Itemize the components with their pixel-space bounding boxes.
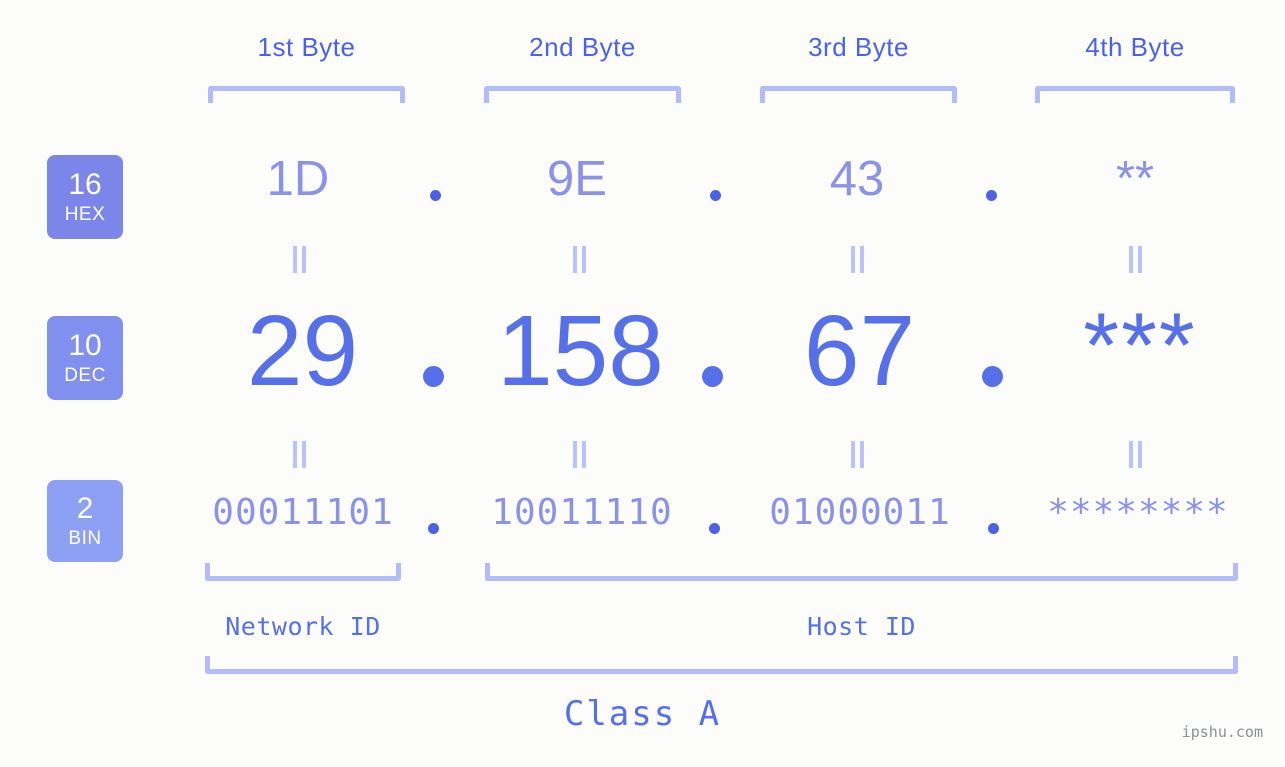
hex-separator-dot-1 [430, 190, 441, 201]
class-label: Class A [563, 694, 722, 734]
equals-mark-dec-bin-1 [293, 441, 307, 468]
equals-mark-dec-bin-3 [851, 441, 865, 468]
base-badge-bin-number: 2 [76, 492, 94, 525]
dec-byte-3: 67 [803, 295, 916, 407]
dec-separator-dot-1 [423, 366, 444, 387]
byte-bracket-4 [1035, 86, 1235, 103]
equals-mark-hex-dec-3 [851, 246, 865, 273]
hex-byte-2: 9E [547, 152, 607, 206]
dec-byte-1: 29 [246, 295, 359, 407]
class-bracket [205, 656, 1238, 674]
byte-header-1: 1st Byte [257, 32, 356, 62]
dec-separator-dot-2 [702, 366, 723, 387]
network-id-label: Network ID [225, 612, 381, 641]
base-badge-bin: 2 BIN [47, 480, 123, 562]
equals-mark-hex-dec-2 [573, 246, 587, 273]
ip-breakdown-diagram: 1st Byte 2nd Byte 3rd Byte 4th Byte 16 H… [0, 0, 1285, 767]
byte-bracket-3 [760, 86, 957, 103]
base-badge-bin-abbr: BIN [68, 528, 102, 549]
bin-separator-dot-1 [428, 523, 439, 534]
hex-separator-dot-3 [986, 190, 997, 201]
bin-byte-2: 10011110 [491, 492, 673, 533]
bin-byte-4: ******** [1047, 492, 1229, 533]
dec-byte-2: 158 [497, 295, 664, 407]
byte-bracket-2 [484, 86, 681, 103]
equals-mark-hex-dec-4 [1129, 246, 1143, 273]
host-id-label: Host ID [807, 612, 916, 641]
base-badge-dec: 10 DEC [47, 316, 123, 400]
site-watermark: ipshu.com [1181, 723, 1263, 741]
base-badge-dec-abbr: DEC [64, 365, 106, 386]
hex-byte-3: 43 [829, 152, 885, 206]
byte-header-3: 3rd Byte [808, 32, 909, 62]
hex-byte-4: ** [1115, 152, 1155, 206]
base-badge-hex: 16 HEX [47, 155, 123, 239]
equals-mark-hex-dec-1 [293, 246, 307, 273]
equals-mark-dec-bin-2 [573, 441, 587, 468]
bin-separator-dot-2 [709, 523, 720, 534]
bin-separator-dot-3 [988, 523, 999, 534]
dec-separator-dot-3 [982, 366, 1003, 387]
host-id-bracket [485, 563, 1238, 581]
byte-header-2: 2nd Byte [529, 32, 636, 62]
byte-bracket-1 [208, 86, 405, 103]
byte-header-4: 4th Byte [1085, 32, 1185, 62]
network-id-bracket [205, 563, 401, 581]
base-badge-hex-abbr: HEX [64, 204, 106, 225]
equals-mark-dec-bin-4 [1129, 441, 1143, 468]
bin-byte-3: 01000011 [769, 492, 951, 533]
base-badge-dec-number: 10 [68, 329, 102, 362]
base-badge-hex-number: 16 [68, 168, 102, 201]
hex-byte-1: 1D [266, 152, 330, 206]
hex-separator-dot-2 [710, 190, 721, 201]
dec-byte-4: *** [1083, 295, 1197, 397]
bin-byte-1: 00011101 [212, 492, 394, 533]
